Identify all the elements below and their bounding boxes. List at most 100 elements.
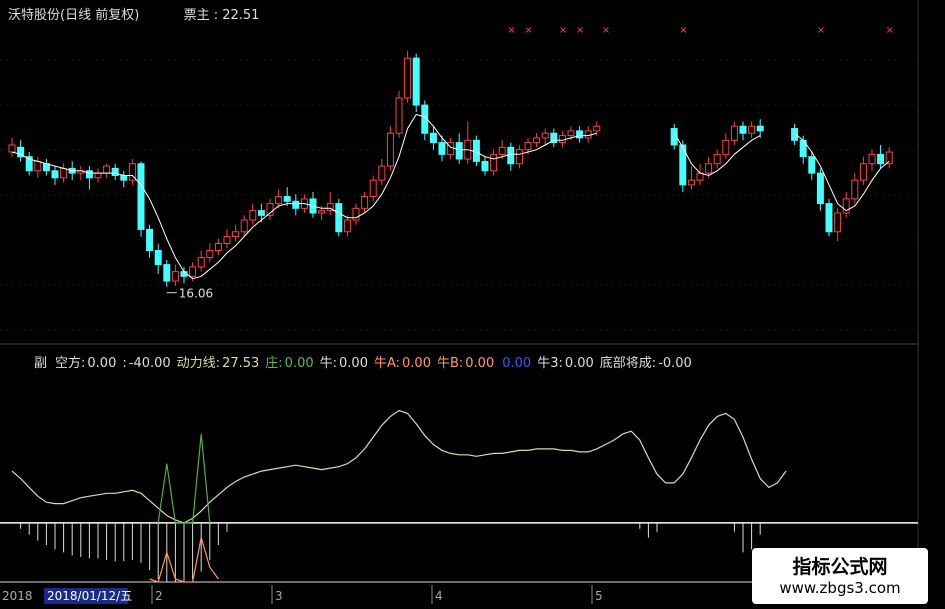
candle-body <box>206 250 214 259</box>
candle-body <box>146 228 154 252</box>
stock-chart[interactable]: 16.06××××××××× 20182018/01/12/五2345 <box>0 0 945 609</box>
candle-body <box>739 125 747 134</box>
candle-body <box>292 200 300 209</box>
candle-body <box>361 196 369 209</box>
candle-body <box>412 57 420 106</box>
date-tick-label: 2 <box>155 589 163 603</box>
candle-body <box>214 243 222 252</box>
candle-body <box>825 203 833 233</box>
sub-header-label: 牛B: <box>436 356 464 371</box>
candle-body <box>756 125 764 132</box>
candle-body <box>558 135 566 144</box>
sub-header-item: 0.00 <box>500 356 531 371</box>
candle-body <box>429 132 437 144</box>
sub-header-value: -40.00 <box>128 356 171 371</box>
low-marker-label: 16.06 <box>179 287 213 301</box>
top-marker: × <box>524 25 532 36</box>
sub-header-value: 0.00 <box>339 356 368 371</box>
watermark-title: 指标公式网 <box>792 556 888 578</box>
candle-body <box>816 172 824 205</box>
candle-body <box>713 153 721 165</box>
candle-body <box>507 146 515 165</box>
date-axis-year: 2018 <box>2 589 33 603</box>
sub-header-label: 底部将成: <box>599 356 657 371</box>
sub-header-item: 牛A: 0.00 <box>374 356 431 371</box>
grid-lines <box>0 0 919 600</box>
candle-body <box>455 142 463 160</box>
candle-body <box>378 165 386 181</box>
date-cursor-label: 2018/01/12/五 <box>47 589 132 603</box>
candle-body <box>722 139 730 155</box>
candle-body <box>189 266 197 277</box>
sub-header-item: 牛B: 0.00 <box>437 356 494 371</box>
candle-body <box>369 179 377 198</box>
candle-body <box>687 179 695 186</box>
top-marker: × <box>886 25 894 36</box>
date-tick-label: 5 <box>595 589 603 603</box>
top-marker: × <box>507 25 515 36</box>
candle-body <box>111 167 119 176</box>
date-tick-label: 4 <box>435 589 443 603</box>
candle-body <box>240 219 248 233</box>
sub-header-value: 0.00 <box>502 356 532 371</box>
sub-header-value: -0.00 <box>658 356 692 371</box>
top-marker: × <box>576 25 584 36</box>
power-line <box>11 409 787 524</box>
candle-body <box>249 210 257 221</box>
sub-header-value: 0.00 <box>87 356 117 371</box>
sub-header-item: 动力线: 27.53 <box>177 356 260 371</box>
candle-body <box>232 231 240 237</box>
candle-body <box>541 132 549 139</box>
candle-body <box>859 163 867 181</box>
candle-body <box>705 163 713 174</box>
sub-header-item: 空方: 0.00 <box>55 356 116 371</box>
candle-body <box>748 125 756 134</box>
candle-body <box>868 153 876 165</box>
candle-body <box>343 219 351 233</box>
candle-body <box>593 125 601 132</box>
candle-body <box>34 160 42 172</box>
sub-header-label: 牛3: <box>537 356 563 371</box>
date-axis: 2018 2018/01/12/五 2 3 4 5 <box>2 585 603 604</box>
candle-body <box>472 139 480 162</box>
top-marker: × <box>817 25 825 36</box>
sub-header-item: 庄: 0.00 <box>265 356 313 371</box>
top-marker: × <box>559 25 567 36</box>
candle-body <box>163 264 171 282</box>
sub-header-value: 0.00 <box>465 356 495 371</box>
candle-body <box>120 174 128 181</box>
candle-body <box>275 196 283 205</box>
candle-body <box>584 130 592 139</box>
candle-body <box>94 172 102 179</box>
candle-body <box>171 271 179 282</box>
candle-body <box>515 149 523 165</box>
candle-body <box>395 97 403 134</box>
candle-body <box>498 146 506 155</box>
candle-body <box>834 212 842 233</box>
sub-header-item: 牛3: 0.00 <box>537 356 594 371</box>
candle-body <box>386 132 394 167</box>
top-marker: × <box>679 25 687 36</box>
date-tick-label: 3 <box>275 589 283 603</box>
candle-body <box>197 257 205 268</box>
stock-title: 沃特股份(日线 前复权) <box>8 8 140 23</box>
candle-body <box>524 142 532 151</box>
sub-header-label: 动力线: <box>176 356 221 371</box>
top-marker: × <box>602 25 610 36</box>
candlestick-area: 16.06××××××××× <box>8 25 894 301</box>
sub-header-label: 副 <box>34 356 48 371</box>
candle-body <box>257 210 265 216</box>
sub-header-label: : <box>122 356 127 371</box>
sub-header-label: 牛: <box>319 356 338 371</box>
candle-body <box>51 170 59 179</box>
sub-header-item: : -40.00 <box>122 356 170 371</box>
candle-body <box>85 170 93 179</box>
candle-body <box>404 57 412 99</box>
sub-header-label: 牛A: <box>373 356 401 371</box>
candle-body <box>8 144 16 153</box>
candle-body <box>851 179 859 200</box>
candle-body <box>335 203 343 233</box>
candle-body <box>318 210 326 214</box>
sub-header-item: 副 <box>34 356 49 371</box>
sub-header: 副空方: 0.00: -40.00 动力线: 27.53 庄: 0.00 牛: 0.00 牛A: 0… <box>34 352 698 371</box>
